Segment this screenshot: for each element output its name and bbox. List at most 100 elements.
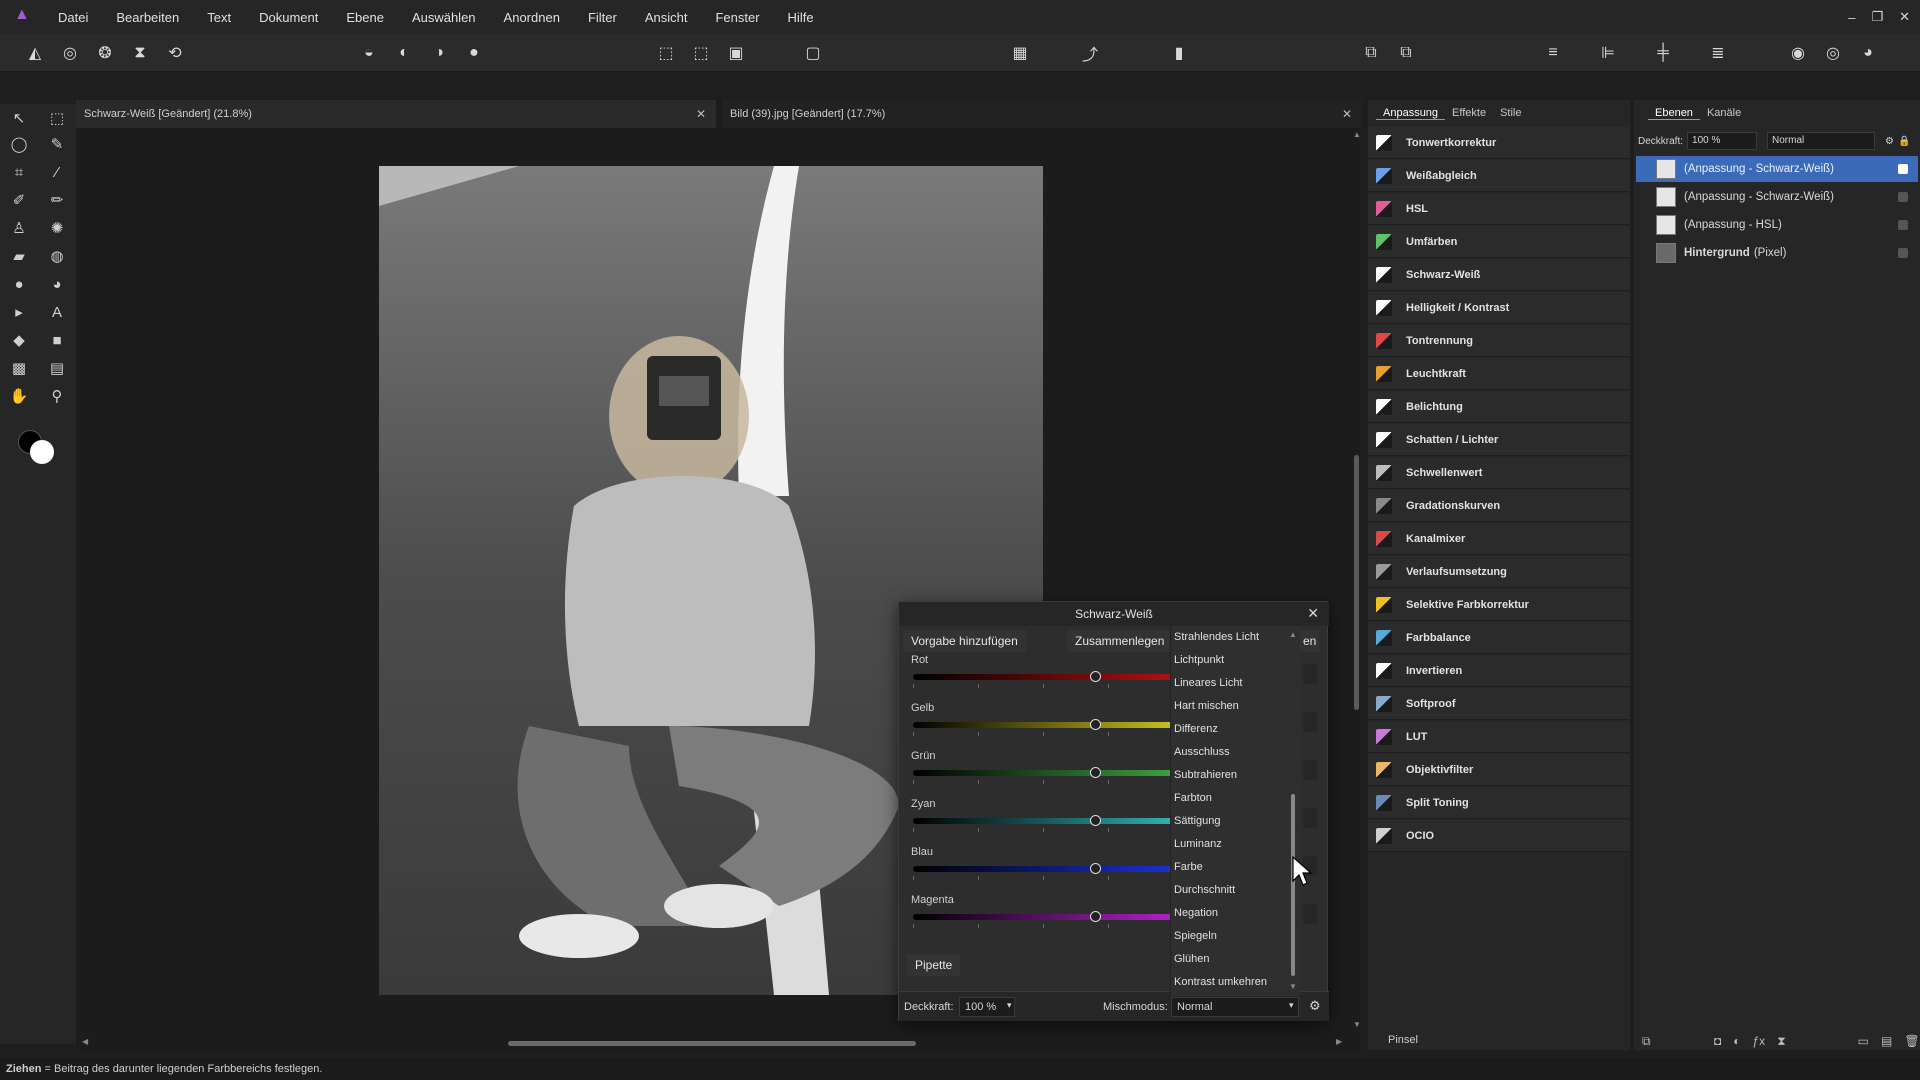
tab-kanaele[interactable]: Kanäle <box>1700 107 1748 119</box>
adjustment-item[interactable]: Verlaufsumsetzung <box>1368 556 1630 588</box>
move-tool-icon[interactable]: ↖ <box>7 106 31 130</box>
slider-knob[interactable] <box>1090 863 1101 874</box>
blend-mode-option[interactable]: Negation <box>1174 902 1218 925</box>
app-logo-icon[interactable]: ▲ <box>14 6 32 24</box>
slider-side-control[interactable] <box>1303 760 1317 780</box>
blend-mode-option[interactable]: Farbton <box>1174 787 1212 810</box>
adjustment-item[interactable]: Kanalmixer <box>1368 523 1630 555</box>
document-tab-bild-39[interactable]: Bild (39).jpg [Geändert] (17.7%) ✕ <box>722 100 1362 128</box>
slider-knob[interactable] <box>1090 911 1101 922</box>
adjustment-item[interactable]: Helligkeit / Kontrast <box>1368 292 1630 324</box>
marquee-tool-icon[interactable]: ⬚ <box>45 106 69 130</box>
hand-tool-icon[interactable]: ✋ <box>7 384 31 408</box>
auto-contrast-icon[interactable]: ◐ <box>391 40 417 66</box>
adjustment-item[interactable]: Gradationskurven <box>1368 490 1630 522</box>
live-filter-icon[interactable]: ⧗ <box>1777 1034 1785 1049</box>
boolean-intersect-icon[interactable]: ◕ <box>1855 40 1881 66</box>
slider-track[interactable] <box>913 770 1173 776</box>
menu-item-bearbeiten[interactable]: Bearbeiten <box>102 10 193 25</box>
adjustment-item[interactable]: Farbbalance <box>1368 622 1630 654</box>
blend-dropdown-icon[interactable]: ▾ <box>1289 1000 1294 1011</box>
liquify-persona-icon[interactable]: ◎ <box>57 40 83 66</box>
adjustment-item[interactable]: Split Toning <box>1368 787 1630 819</box>
dropdown-scroll-up-icon[interactable]: ▲ <box>1289 630 1297 639</box>
adjustment-item[interactable]: Selektive Farbkorrektur <box>1368 589 1630 621</box>
snapping-icon[interactable]: ⤴ <box>1077 40 1103 66</box>
invert-selection-icon[interactable]: ▣ <box>723 40 749 66</box>
blend-mode-option[interactable]: Glühen <box>1174 948 1209 971</box>
export-persona-icon[interactable]: ⟲ <box>162 40 188 66</box>
slider-knob[interactable] <box>1090 719 1101 730</box>
blend-mode-option[interactable]: Hart mischen <box>1174 695 1239 718</box>
menu-item-text[interactable]: Text <box>193 10 245 25</box>
align-left-icon[interactable]: ≡ <box>1540 40 1566 66</box>
adjustment-item[interactable]: Tonwertkorrektur <box>1368 127 1630 159</box>
opacity-dropdown-icon[interactable]: ▾ <box>1007 1000 1012 1011</box>
auto-levels-icon[interactable]: ◒ <box>356 40 382 66</box>
layers-stack-icon[interactable]: ⧉ <box>1642 1034 1651 1049</box>
tab-anpassung[interactable]: Anpassung <box>1376 107 1446 120</box>
adjustment-item[interactable]: LUT <box>1368 721 1630 753</box>
layer-row[interactable]: (Anpassung - HSL) <box>1636 212 1918 238</box>
blend-mode-option[interactable]: Subtrahieren <box>1174 764 1237 787</box>
add-layer-icon[interactable]: ▤ <box>1881 1034 1892 1049</box>
tab-ebenen[interactable]: Ebenen <box>1648 107 1700 120</box>
slider-track[interactable] <box>913 818 1173 824</box>
slider-track[interactable] <box>913 914 1173 920</box>
dialog-close-icon[interactable]: ✕ <box>1307 605 1319 622</box>
slider-knob[interactable] <box>1090 671 1101 682</box>
blend-mode-option[interactable]: Luminanz <box>1174 833 1222 856</box>
blend-mode-option[interactable]: Lichtpunkt <box>1174 649 1224 672</box>
minimize-button[interactable]: – <box>1848 10 1855 25</box>
menu-item-hilfe[interactable]: Hilfe <box>774 10 828 25</box>
layer-visibility-checkbox[interactable] <box>1898 164 1908 174</box>
adjustment-layer-icon[interactable]: ◐ <box>1733 1034 1740 1049</box>
dodge-tool-icon[interactable]: ◍ <box>45 244 69 268</box>
blend-mode-option[interactable]: Ausschluss <box>1174 741 1230 764</box>
adjustment-item[interactable]: OCIO <box>1368 820 1630 852</box>
pipette-button[interactable]: Pipette <box>907 954 961 976</box>
close-window-button[interactable]: ✕ <box>1899 9 1910 25</box>
group-layers-icon[interactable]: ▭ <box>1858 1034 1869 1049</box>
layer-settings-icon[interactable]: ⚙ <box>1885 136 1894 147</box>
menu-item-ansicht[interactable]: Ansicht <box>631 10 702 25</box>
burn-tool-icon[interactable]: ● <box>7 272 31 296</box>
restore-button[interactable]: ❐ <box>1871 9 1883 25</box>
text-tool-icon[interactable]: A <box>45 300 69 324</box>
document-tab-schwarz-weiss[interactable]: Schwarz-Weiß [Geändert] (21.8%) ✕ <box>76 100 716 128</box>
slider-side-control[interactable] <box>1303 904 1317 924</box>
horizontal-scroll-thumb[interactable] <box>508 1041 916 1046</box>
delete-layer-icon[interactable]: 🗑 <box>1904 1034 1919 1049</box>
dialog-blend-select[interactable]: Normal <box>1171 997 1299 1017</box>
align-center-icon[interactable]: ⊫ <box>1595 40 1621 66</box>
align-right-icon[interactable]: ≣ <box>1705 40 1731 66</box>
tab-effekte[interactable]: Effekte <box>1445 107 1493 119</box>
menu-item-ebene[interactable]: Ebene <box>332 10 398 25</box>
layer-opacity-field[interactable]: 100 % <box>1687 132 1758 150</box>
fill-tool-icon[interactable]: ◆ <box>7 328 31 352</box>
blend-mode-option[interactable]: Kontrast umkehren <box>1174 971 1267 994</box>
align-middle-icon[interactable]: ╪ <box>1650 40 1676 66</box>
adjustment-item[interactable]: Umfärben <box>1368 226 1630 258</box>
adjustment-item[interactable]: Schwarz-Weiß <box>1368 259 1630 291</box>
menu-item-anordnen[interactable]: Anordnen <box>490 10 574 25</box>
blend-mode-option[interactable]: Durchschnitt <box>1174 879 1235 902</box>
info-icon[interactable]: ▮ <box>1166 40 1192 66</box>
zoom-tool-icon[interactable]: ⚲ <box>45 384 69 408</box>
arrange-back-icon[interactable]: ⧉ <box>1393 40 1419 66</box>
slider-track[interactable] <box>913 866 1173 872</box>
boolean-subtract-icon[interactable]: ◎ <box>1820 40 1846 66</box>
photo-persona-icon[interactable]: ◭ <box>22 40 48 66</box>
adjustment-item[interactable]: Belichtung <box>1368 391 1630 423</box>
blend-mode-option[interactable]: Sättigung <box>1174 810 1220 833</box>
arrange-front-icon[interactable]: ⧉ <box>1358 40 1384 66</box>
close-tab-icon[interactable]: ✕ <box>1342 107 1352 121</box>
paint-brush-icon[interactable]: ✐ <box>7 188 31 212</box>
adjustment-item[interactable]: HSL <box>1368 193 1630 225</box>
clone-tool-icon[interactable]: ♙ <box>7 216 31 240</box>
truncated-button[interactable]: en <box>1300 630 1320 652</box>
mesh-warp-icon[interactable]: ▩ <box>7 356 31 380</box>
blend-mode-option[interactable]: Lineares Licht <box>1174 672 1243 695</box>
slider-side-control[interactable] <box>1303 808 1317 828</box>
selection-icon[interactable]: ⬚ <box>653 40 679 66</box>
